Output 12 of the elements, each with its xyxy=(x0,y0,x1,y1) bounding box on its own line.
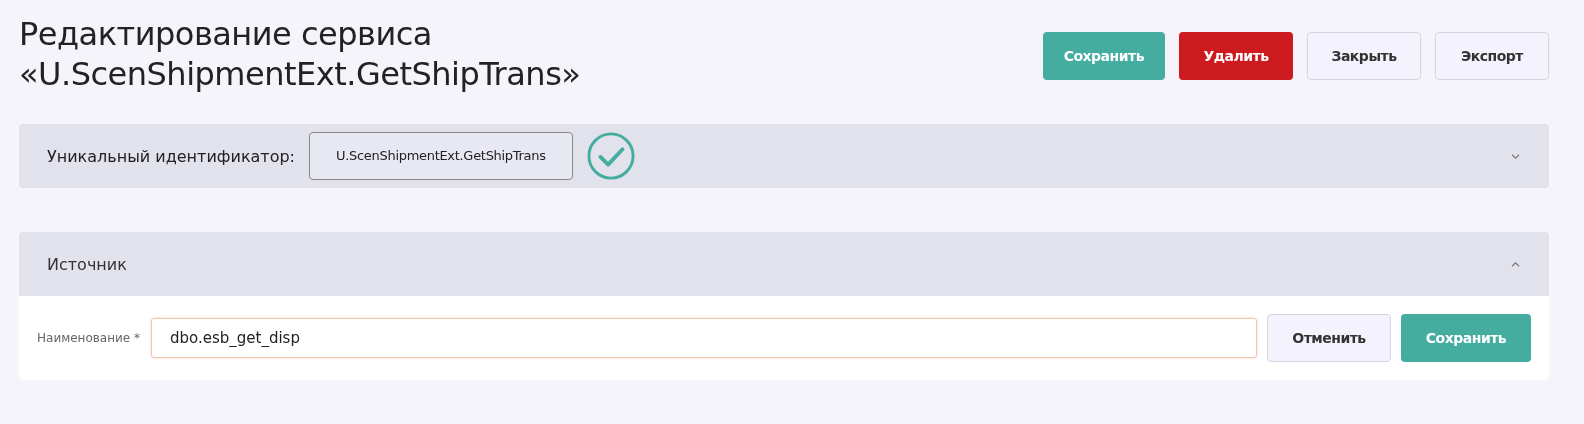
chevron-icon[interactable] xyxy=(1510,260,1521,268)
action-button[interactable]: Закрыть xyxy=(1307,32,1421,80)
identifier-value: U.ScenShipmentExt.GetShipTrans xyxy=(309,132,573,180)
chevron-icon[interactable] xyxy=(1510,152,1521,160)
name-input-field[interactable]: dbo.esb_get_disp xyxy=(151,318,1257,358)
form-button[interactable]: Отменить xyxy=(1267,314,1391,362)
action-button[interactable]: Экспорт xyxy=(1435,32,1549,80)
action-button[interactable]: Удалить xyxy=(1179,32,1293,80)
identifier-label: Уникальный идентификатор: xyxy=(47,146,295,166)
page-title: Редактирование сервиса «U.ScenShipmentExt.GetShipTrans» xyxy=(19,14,582,94)
section-title: Источник xyxy=(47,254,127,274)
field-label: Наименование * xyxy=(37,331,141,345)
